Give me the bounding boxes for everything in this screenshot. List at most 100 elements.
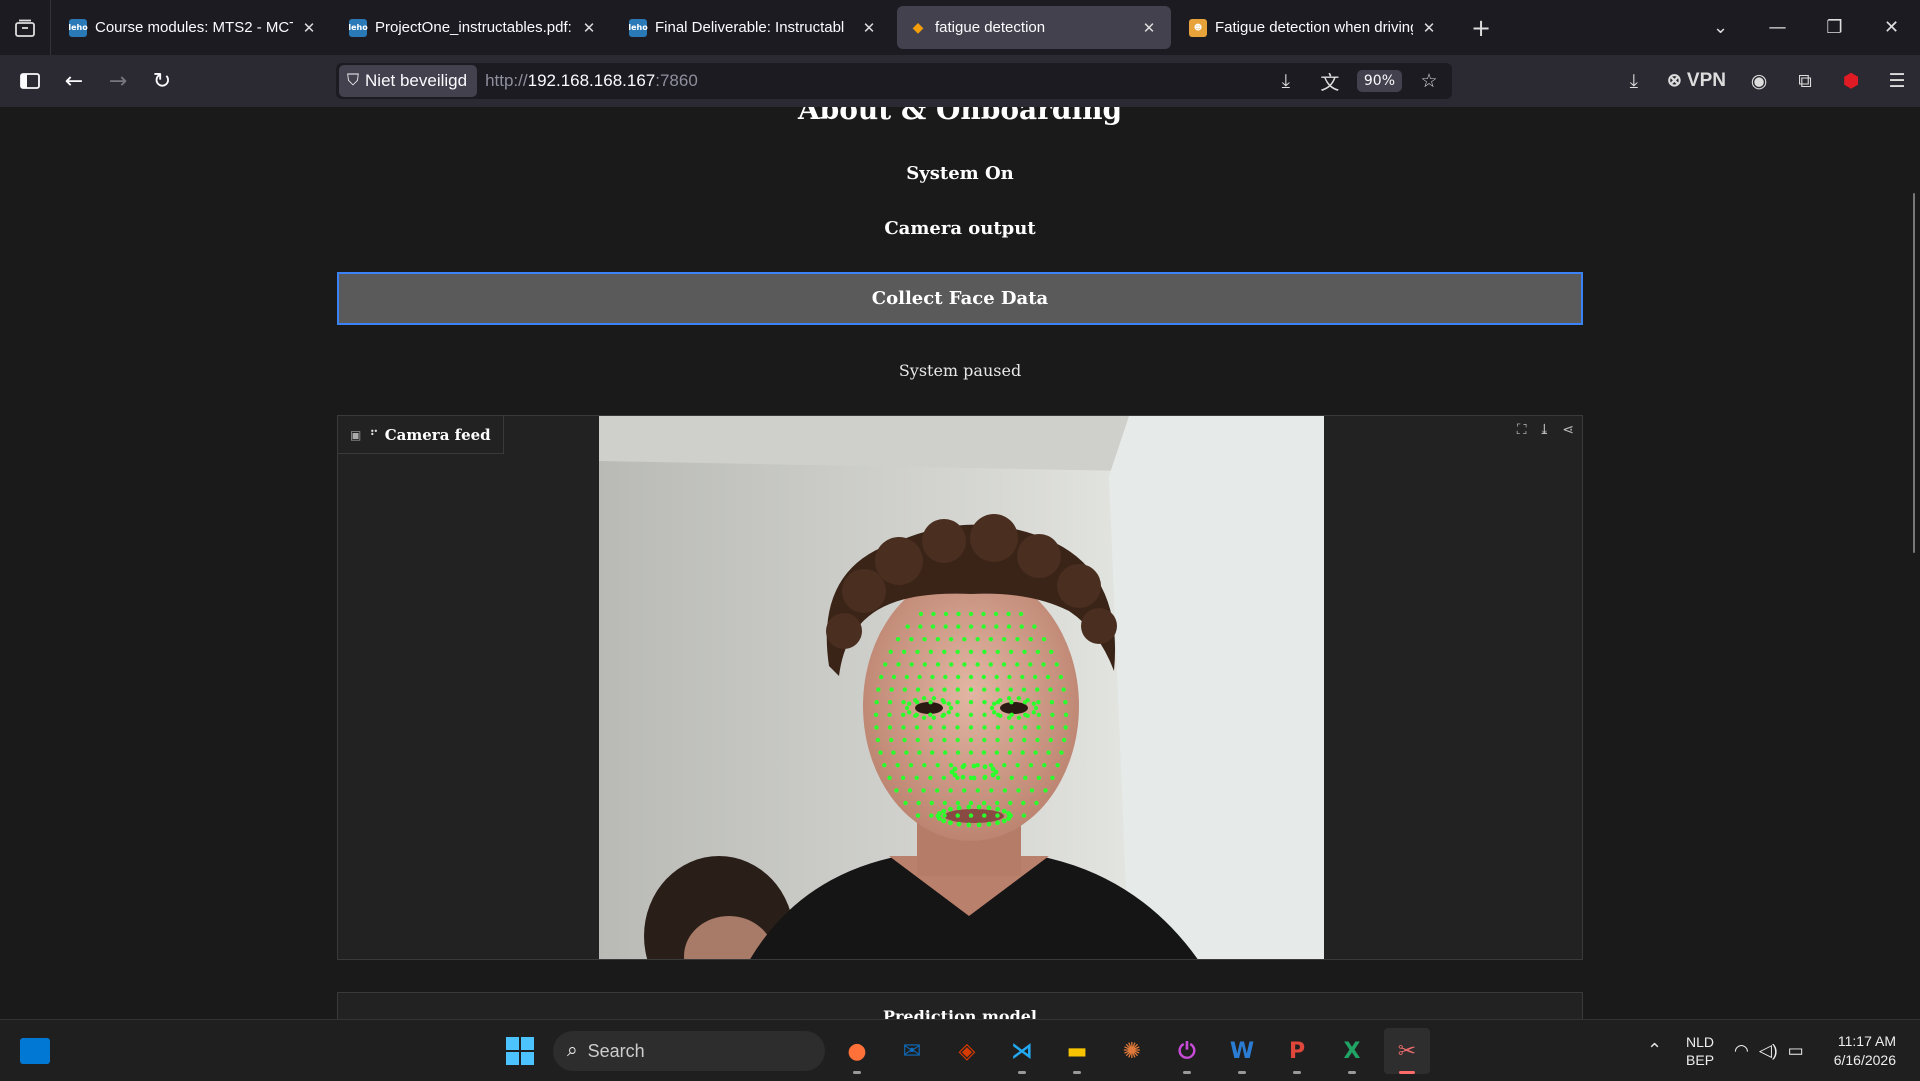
word-app-icon[interactable]: W [1219, 1028, 1265, 1074]
restore-window-icon[interactable]: ❐ [1806, 17, 1863, 38]
url-text[interactable]: http://192.168.168.167:7860 [485, 71, 698, 91]
power-app-icon[interactable]: ⏻ [1164, 1028, 1210, 1074]
reload-icon[interactable]: ↻ [140, 61, 184, 101]
bookmark-star-icon[interactable]: ☆ [1412, 70, 1446, 92]
close-tab-icon[interactable]: ✕ [1139, 19, 1159, 37]
face-landmark-point [896, 662, 901, 667]
excel-app-icon[interactable]: X [1329, 1028, 1375, 1074]
face-landmark-point [975, 637, 980, 642]
drag-handle-icon: ⠋ [369, 427, 379, 442]
scrollbar-thumb[interactable] [1913, 193, 1915, 553]
face-landmark-point [968, 800, 974, 806]
tab-course-modules[interactable]: leho Course modules: MTS2 - MCTE ✕ [57, 6, 331, 49]
face-landmark-point [1050, 712, 1055, 717]
face-landmark-point [1042, 763, 1047, 768]
face-landmark-point [1036, 775, 1042, 780]
mail-app-icon[interactable]: ✉ [889, 1028, 935, 1074]
face-landmark-point [1063, 725, 1068, 730]
file-explorer-app-icon[interactable]: ▬ [1054, 1028, 1100, 1074]
close-tab-icon[interactable]: ✕ [579, 19, 599, 37]
eye-landmark-point [931, 715, 937, 720]
face-landmark-point [1032, 674, 1038, 680]
back-icon[interactable]: ← [52, 61, 96, 101]
show-hidden-icons-icon[interactable]: ⌃ [1647, 1040, 1662, 1061]
face-landmark-point [981, 674, 987, 680]
face-landmark-point [1028, 662, 1033, 667]
face-landmark-point [1021, 800, 1026, 806]
url-scheme: http:// [485, 71, 528, 90]
face-landmark-point [1036, 700, 1041, 705]
share-icon[interactable]: ⋖ [1562, 422, 1574, 438]
taskbar-search[interactable]: ⌕ Search [553, 1031, 825, 1071]
face-landmark-point [917, 674, 922, 680]
face-landmark-point [982, 687, 987, 692]
clock-time: 11:17 AM [1837, 1032, 1896, 1049]
save-page-icon[interactable]: ⤓ [1269, 70, 1303, 92]
widgets-icon[interactable] [20, 1038, 50, 1064]
vscode-app-icon[interactable]: ⋊ [999, 1028, 1045, 1074]
face-landmark-point [902, 687, 908, 692]
face-landmark-point [1063, 700, 1068, 705]
firefox-app-icon[interactable]: ● [834, 1028, 880, 1074]
battery-icon[interactable]: ▭ [1788, 1041, 1804, 1061]
vpn-button[interactable]: ⊗ VPN [1657, 70, 1736, 92]
mouth-landmark-point [976, 804, 982, 810]
face-landmark-point [956, 611, 961, 617]
face-landmark-point [874, 725, 879, 730]
download-image-icon[interactable]: ⤓ [1539, 422, 1551, 438]
face-landmark-point [1022, 649, 1027, 654]
extensions-icon[interactable]: ⧉ [1782, 70, 1828, 92]
close-tab-icon[interactable]: ✕ [299, 19, 319, 37]
snipping-tool-app-icon[interactable]: ✂ [1384, 1028, 1430, 1074]
downloads-icon[interactable]: ⤓ [1611, 70, 1657, 92]
claude-app-icon[interactable]: ✺ [1109, 1028, 1155, 1074]
face-landmark-point [1009, 725, 1014, 730]
mouth-landmark-point [1001, 808, 1007, 814]
new-tab-button[interactable]: + [1461, 8, 1501, 48]
face-landmark-point [994, 624, 999, 629]
forward-icon[interactable]: → [96, 61, 140, 101]
face-landmark-point [1045, 674, 1051, 680]
tab-fatigue-instructables[interactable]: ☻ Fatigue detection when driving ✕ [1177, 6, 1451, 49]
face-landmark-point [1036, 725, 1041, 730]
wifi-icon[interactable]: ◠ [1734, 1041, 1749, 1061]
page-scrollbar[interactable] [1910, 107, 1920, 1019]
tab-fatigue-detection[interactable]: ◆ fatigue detection ✕ [897, 6, 1171, 49]
face-landmark-point [930, 624, 936, 629]
camera-output-heading: Camera output [884, 218, 1036, 239]
zoom-level-button[interactable]: 90% [1356, 70, 1402, 92]
collect-face-data-button[interactable]: Collect Face Data [337, 272, 1583, 325]
face-landmark-point [934, 788, 940, 793]
account-icon[interactable]: ◉ [1736, 70, 1782, 92]
clock[interactable]: 11:17 AM 6/16/2026 [1834, 1032, 1896, 1070]
fullscreen-icon[interactable]: ⛶ [1517, 422, 1527, 438]
face-landmark-point [915, 813, 921, 818]
git-app-icon[interactable]: ◈ [944, 1028, 990, 1074]
face-landmark-point [968, 611, 974, 617]
sidebar-toggle-icon[interactable] [8, 61, 52, 101]
list-all-tabs-icon[interactable]: ⌄ [1692, 17, 1749, 38]
site-security-button[interactable]: ⛉ Niet beveiligd [339, 65, 478, 97]
url-bar[interactable]: ⛉ Niet beveiligd http://192.168.168.167:… [336, 63, 1452, 99]
close-tab-icon[interactable]: ✕ [1419, 19, 1439, 37]
mouth-landmark-point [1006, 811, 1011, 816]
close-window-icon[interactable]: ✕ [1863, 17, 1920, 38]
tab-final-deliverable[interactable]: leho Final Deliverable: Instructabl ✕ [617, 6, 891, 49]
search-icon: ⌕ [567, 1040, 578, 1061]
face-landmark-point [968, 674, 974, 680]
input-language[interactable]: NLD BEP [1686, 1033, 1714, 1069]
minimize-window-icon[interactable]: — [1749, 17, 1806, 38]
face-landmark-point [955, 813, 960, 818]
powerpoint-app-icon[interactable]: P [1274, 1028, 1320, 1074]
volume-icon[interactable]: ◁) [1759, 1041, 1778, 1061]
translate-icon[interactable]: 文 [1313, 68, 1347, 95]
ublock-origin-icon[interactable]: ⬢ [1828, 70, 1874, 92]
start-button[interactable] [497, 1028, 543, 1074]
tab-overview-icon[interactable] [0, 0, 51, 55]
tab-projectone-pdf[interactable]: leho ProjectOne_instructables.pdf: M ✕ [337, 6, 611, 49]
face-landmark-point [928, 712, 933, 717]
face-landmark-point [887, 725, 893, 730]
menu-icon[interactable]: ☰ [1874, 70, 1920, 92]
close-tab-icon[interactable]: ✕ [859, 19, 879, 37]
face-landmark-point [981, 611, 986, 617]
